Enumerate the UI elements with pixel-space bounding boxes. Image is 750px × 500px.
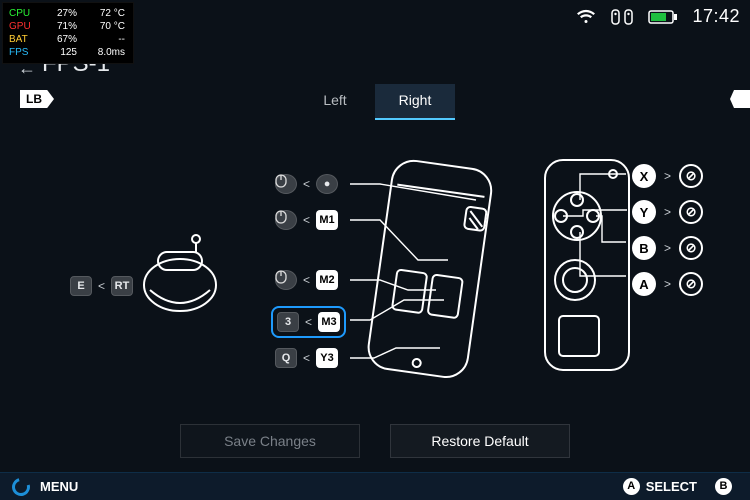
mapping-row-4[interactable]: Q < Y3: [275, 348, 338, 368]
mouse-icon: [275, 174, 297, 194]
arrow-icon: <: [303, 273, 310, 287]
face-button-chip: X: [632, 164, 656, 188]
perf-overlay: CPU27%72 °C GPU71%70 °C BAT67%-- FPS1258…: [2, 2, 134, 64]
hint-a: A SELECT: [623, 478, 697, 495]
face-button-chip: Y: [632, 200, 656, 224]
tab-right[interactable]: Right: [375, 84, 455, 120]
mapping-row-3[interactable]: 3 < M3: [275, 310, 342, 334]
mapping-top-extra[interactable]: E < RT: [70, 276, 133, 296]
button-chip: M2: [316, 270, 338, 290]
hint-b: B: [715, 478, 738, 495]
restore-button[interactable]: Restore Default: [390, 424, 570, 458]
status-bar: 17:42: [576, 6, 740, 27]
brand-icon[interactable]: [9, 474, 34, 499]
controller-diagram: E < RT <●<M1<M23<M3Q<Y3 X>⊘Y>⊘B>⊘A>⊘: [0, 120, 750, 440]
button-chip: RT: [111, 276, 133, 296]
arrow-icon: <: [303, 177, 310, 191]
arrow-icon: <: [303, 351, 310, 365]
face-mapping-a[interactable]: A > ⊘: [632, 272, 703, 296]
button-chip: M3: [318, 312, 340, 332]
arrow-icon: >: [664, 205, 671, 219]
menu-label[interactable]: MENU: [40, 479, 78, 494]
face-mapping-x[interactable]: X > ⊘: [632, 164, 703, 188]
disabled-icon: ⊘: [679, 200, 703, 224]
button-chip: Y3: [316, 348, 338, 368]
key-chip: E: [70, 276, 92, 296]
face-button-chip: B: [632, 236, 656, 260]
disabled-icon: ⊘: [679, 164, 703, 188]
face-mapping-b[interactable]: B > ⊘: [632, 236, 703, 260]
controller-icon: [610, 9, 634, 25]
arrow-icon: <: [98, 279, 105, 293]
disabled-icon: ⊘: [679, 236, 703, 260]
arrow-icon: >: [664, 277, 671, 291]
mapping-row-1[interactable]: < M1: [275, 210, 338, 230]
tab-left[interactable]: Left: [295, 84, 375, 120]
face-mapping-y[interactable]: Y > ⊘: [632, 200, 703, 224]
key-chip: 3: [277, 312, 299, 332]
arrow-icon: >: [664, 241, 671, 255]
arrow-icon: <: [305, 315, 312, 329]
key-chip: Q: [275, 348, 297, 368]
wifi-icon: [576, 9, 596, 25]
arrow-icon: <: [303, 213, 310, 227]
battery-icon: [648, 9, 678, 25]
footer-bar: MENU A SELECT B: [0, 472, 750, 500]
side-tabs: Left Right: [0, 84, 750, 120]
arrow-icon: >: [664, 169, 671, 183]
save-button: Save Changes: [180, 424, 360, 458]
clock: 17:42: [692, 6, 740, 27]
action-buttons: Save Changes Restore Default: [0, 424, 750, 458]
mouse-icon: [275, 210, 297, 230]
button-chip: ●: [316, 174, 338, 194]
disabled-icon: ⊘: [679, 272, 703, 296]
mapping-row-2[interactable]: < M2: [275, 270, 338, 290]
face-button-chip: A: [632, 272, 656, 296]
mapping-row-0[interactable]: <●: [275, 174, 338, 194]
mouse-icon: [275, 270, 297, 290]
button-chip: M1: [316, 210, 338, 230]
